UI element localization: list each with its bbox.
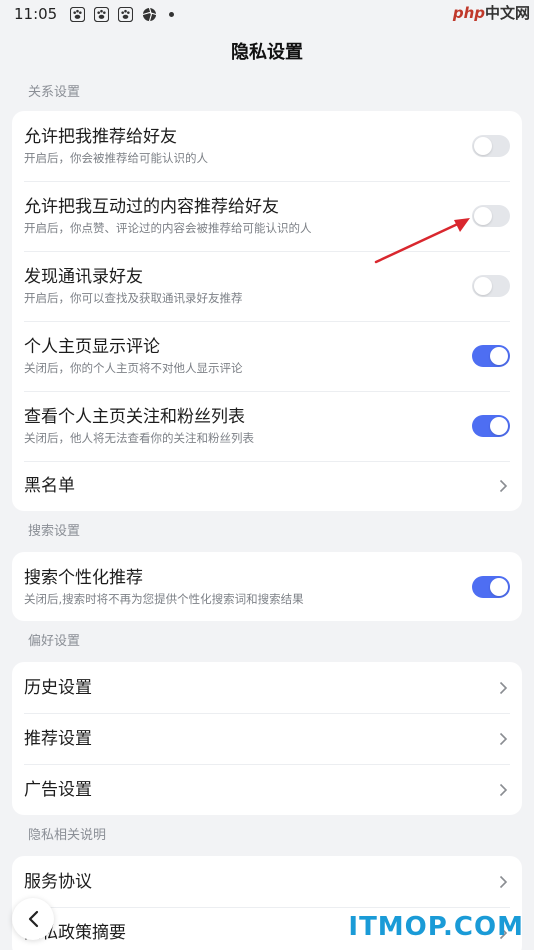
setting-desc: 关闭后，你的个人主页将不对他人显示评论 (24, 361, 243, 375)
toggle-knob (490, 577, 508, 596)
setting-row-follow-lists[interactable]: 查看个人主页关注和粉丝列表 关闭后，他人将无法查看你的关注和粉丝列表 (12, 391, 522, 461)
chevron-right-icon (496, 875, 510, 889)
setting-title: 允许把我推荐给好友 (24, 127, 177, 147)
setting-desc: 开启后，你会被推荐给可能认识的人 (24, 151, 208, 165)
chevron-right-icon (496, 783, 510, 797)
setting-desc: 关闭后，他人将无法查看你的关注和粉丝列表 (24, 431, 254, 445)
setting-desc: 开启后，你可以查找及获取通讯录好友推荐 (24, 291, 243, 305)
setting-row-recommendation[interactable]: 推荐设置 (12, 713, 522, 764)
toggle-knob (474, 277, 492, 295)
baidu-paw-icon (69, 6, 85, 22)
page-title: 隐私设置 (231, 42, 303, 63)
setting-desc: 关闭后,搜索时将不再为您提供个性化搜索词和搜索结果 (24, 591, 304, 606)
preferences-card: 历史设置 推荐设置 广告设置 (12, 662, 522, 815)
section-label-relations: 关系设置 (28, 85, 81, 100)
aperture-icon (141, 6, 157, 22)
baidu-paw-icon (117, 6, 133, 22)
section-label-privacy-notes: 隐私相关说明 (28, 828, 107, 843)
toggle-recommend-me[interactable] (472, 135, 510, 157)
search-card: 搜索个性化推荐 关闭后,搜索时将不再为您提供个性化搜索词和搜索结果 (12, 552, 522, 621)
chevron-right-icon (496, 732, 510, 746)
setting-title: 发现通讯录好友 (24, 267, 143, 287)
setting-title: 历史设置 (24, 677, 92, 698)
chevron-right-icon (496, 479, 510, 493)
setting-row-blacklist[interactable]: 黑名单 (12, 461, 522, 511)
setting-desc: 开启后，你点赞、评论过的内容会被推荐给可能认识的人 (24, 221, 312, 235)
toggle-knob (490, 347, 508, 365)
setting-row-service-agreement[interactable]: 服务协议 (12, 856, 522, 907)
setting-row-ads[interactable]: 广告设置 (12, 764, 522, 815)
toggle-contacts[interactable] (472, 275, 510, 297)
setting-row-history[interactable]: 历史设置 (12, 662, 522, 713)
status-time: 11:05 (14, 5, 58, 23)
setting-title: 允许把我互动过的内容推荐给好友 (24, 197, 279, 217)
notification-dot-icon (169, 11, 175, 17)
setting-title: 搜索个性化推荐 (24, 567, 143, 588)
toggle-knob (474, 207, 492, 225)
toggle-follow-lists[interactable] (472, 415, 510, 437)
itmop-watermark: ITMOP.COM (348, 912, 524, 942)
toggle-knob (490, 417, 508, 435)
chevron-right-icon (496, 681, 510, 695)
section-label-preferences: 偏好设置 (28, 634, 81, 649)
php-watermark: php中文网 (453, 2, 530, 23)
setting-row-recommend-interacted[interactable]: 允许把我互动过的内容推荐给好友 开启后，你点赞、评论过的内容会被推荐给可能认识的… (12, 181, 522, 251)
setting-row-search-personalized[interactable]: 搜索个性化推荐 关闭后,搜索时将不再为您提供个性化搜索词和搜索结果 (12, 552, 522, 621)
watermark-latin: php (452, 4, 485, 22)
back-button[interactable] (12, 898, 54, 940)
setting-row-show-comments[interactable]: 个人主页显示评论 关闭后，你的个人主页将不对他人显示评论 (12, 321, 522, 391)
baidu-paw-icon (93, 6, 109, 22)
setting-title: 个人主页显示评论 (24, 337, 160, 357)
setting-title: 推荐设置 (24, 728, 92, 749)
watermark-cn: 中文网 (484, 4, 530, 22)
setting-title: 广告设置 (24, 779, 92, 800)
chevron-left-icon (28, 910, 39, 928)
setting-title: 查看个人主页关注和粉丝列表 (24, 407, 245, 427)
toggle-knob (474, 137, 492, 155)
toggle-search-personalized[interactable] (472, 575, 510, 598)
toggle-recommend-interacted[interactable] (472, 205, 510, 227)
relations-card: 允许把我推荐给好友 开启后，你会被推荐给可能认识的人 允许把我互动过的内容推荐给… (12, 111, 522, 511)
section-label-search: 搜索设置 (28, 524, 81, 539)
setting-row-contacts[interactable]: 发现通讯录好友 开启后，你可以查找及获取通讯录好友推荐 (12, 251, 522, 321)
setting-title: 黑名单 (24, 476, 75, 496)
setting-title: 服务协议 (24, 871, 92, 892)
setting-row-recommend-me[interactable]: 允许把我推荐给好友 开启后，你会被推荐给可能认识的人 (12, 111, 522, 181)
toggle-show-comments[interactable] (472, 345, 510, 367)
